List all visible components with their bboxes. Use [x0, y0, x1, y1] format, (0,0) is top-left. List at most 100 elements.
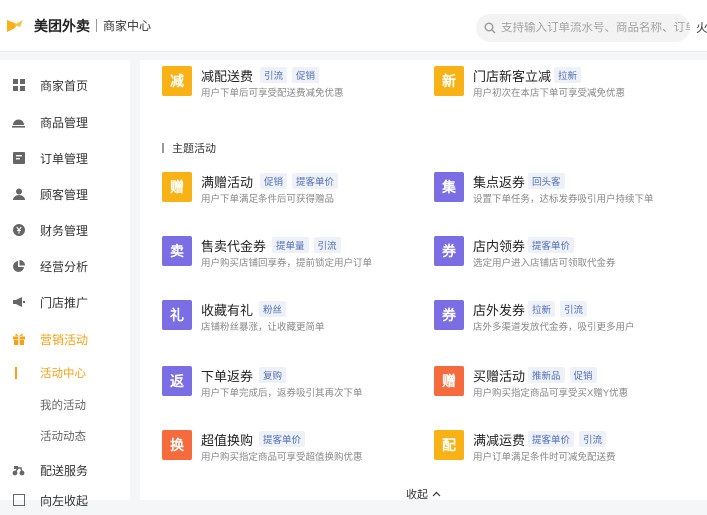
activity-desc: 用户购买指定商品可享受超值换购优惠	[201, 452, 363, 463]
search-icon	[484, 22, 496, 34]
activity-badge: 券	[434, 300, 464, 330]
activity-desc: 店外多渠道发放代金券，吸引更多用户	[473, 322, 635, 333]
activity-badge: 返	[162, 366, 192, 396]
activity-tag: 引流	[579, 431, 607, 447]
activity-title: 店内领券	[473, 239, 526, 254]
activity-tag: 回头客	[528, 173, 565, 189]
activity-tag: 提单量	[272, 237, 309, 253]
activity-title: 买赠活动	[473, 369, 526, 384]
activity-badge: 配	[434, 430, 464, 460]
sidebar-item-delivery[interactable]: 配送服务	[0, 455, 130, 485]
activity-tags: 提客单价	[259, 431, 306, 447]
meituan-logo-icon	[7, 19, 23, 32]
sidebar-subitem-label: 活动动态	[40, 431, 86, 443]
sidebar-item-orders[interactable]: 订单管理	[0, 143, 130, 173]
brand-subtitle: 商家中心	[103, 19, 152, 33]
search-box[interactable]	[476, 14, 690, 42]
activity-tag: 提客单价	[528, 431, 575, 447]
sidebar-subitem-activity-feed[interactable]: 活动动态	[0, 423, 130, 449]
brand-divider	[96, 19, 97, 32]
activity-tag: 引流	[260, 67, 288, 83]
activity-badge: 礼	[162, 300, 192, 330]
activity-desc: 用户下单满足条件后可获得赠品	[201, 194, 335, 205]
activity-card[interactable]: 新 门店新客立减 拉新 用户初次在本店下单可享受减免优惠	[434, 66, 704, 110]
activity-card[interactable]: 返 下单返券 复购 用户下单完成后，返券吸引其再次下单	[162, 366, 432, 410]
top-right-text[interactable]: 火	[696, 19, 707, 36]
activity-badge: 换	[162, 430, 192, 460]
activity-desc: 设置下单任务，达标发券吸引用户持续下单	[473, 194, 654, 205]
activity-card[interactable]: 赠 满赠活动 促销 提客单价 用户下单满足条件后可获得赠品	[162, 172, 432, 216]
section-title: 主题活动	[172, 143, 216, 155]
sidebar-item-label: 经营分析	[40, 259, 89, 274]
activity-badge: 新	[434, 66, 464, 96]
activity-tag: 拉新	[554, 67, 582, 83]
activity-badge: 卖	[162, 236, 192, 266]
sidebar-item-label: 配送服务	[40, 463, 89, 478]
activity-tags: 引流 促销	[260, 67, 320, 83]
sidebar-item-customers[interactable]: 顾客管理	[0, 179, 130, 209]
sidebar-item-label: 订单管理	[40, 151, 89, 166]
megaphone-icon	[12, 296, 25, 309]
sidebar-subitem-my-activities[interactable]: 我的活动	[0, 392, 130, 418]
sidebar-item-label: 商品管理	[40, 115, 89, 130]
activity-card[interactable]: 配 满减运费 提客单价 引流 用户订单满足条件时可减免配送费	[434, 430, 704, 474]
sidebar-item-products[interactable]: 商品管理	[0, 107, 130, 137]
pie-icon	[12, 260, 25, 273]
activity-tags: 推新品 促销	[528, 367, 597, 383]
search-input[interactable]	[501, 22, 690, 34]
activity-title: 下单返券	[201, 369, 254, 384]
activity-card[interactable]: 集 集点返券 回头客 设置下单任务，达标发券吸引用户持续下单	[434, 172, 704, 216]
activity-tags: 提客单价 引流	[528, 431, 607, 447]
activity-title: 收藏有礼	[201, 303, 254, 318]
activity-tags: 促销 提客单价	[260, 173, 339, 189]
activity-card[interactable]: 券 店内领券 提客单价 选定用户进入店铺店可领取代金券	[434, 236, 704, 280]
sidebar-item-finance[interactable]: 财务管理	[0, 215, 130, 245]
sidebar-item-label: 顾客管理	[40, 187, 89, 202]
sidebar-item-marketing[interactable]: 营销活动	[0, 324, 130, 354]
activity-tag: 促销	[292, 67, 320, 83]
activity-tag: 提客单价	[528, 237, 575, 253]
brand-name: 美团外卖	[34, 17, 90, 34]
activity-tag: 引流	[560, 301, 588, 317]
activity-tags: 回头客	[528, 173, 565, 189]
activity-tag: 拉新	[528, 301, 556, 317]
activity-tags: 提单量 引流	[272, 237, 341, 253]
activity-badge: 赠	[434, 366, 464, 396]
activity-card[interactable]: 减 减配送费 引流 促销 用户下单后可享受配送费减免优惠	[162, 66, 432, 110]
sidebar-item-collapse-left[interactable]: 向左收起	[0, 485, 130, 515]
activity-card[interactable]: 卖 售卖代金券 提单量 引流 用户购买店铺回享券，提前锁定用户订单	[162, 236, 432, 280]
grid-icon	[12, 79, 25, 92]
sidebar-item-label: 向左收起	[40, 493, 89, 508]
activity-tags: 拉新 引流	[528, 301, 588, 317]
activity-title: 门店新客立减	[473, 69, 552, 84]
section-header: 主题活动	[162, 140, 216, 156]
sidebar-item-promotion[interactable]: 门店推广	[0, 287, 130, 317]
activity-tag: 推新品	[528, 367, 565, 383]
activity-desc: 用户下单后可享受配送费减免优惠	[201, 88, 344, 99]
yuan-icon	[12, 224, 25, 237]
activity-card[interactable]: 礼 收藏有礼 粉丝 店铺粉丝暴涨，让收藏更简单	[162, 300, 432, 344]
sidebar: 商家首页 商品管理 订单管理 顾客管理 财务管理 经营分析 门店推广 营销活动 …	[0, 60, 130, 508]
activity-badge: 集	[434, 172, 464, 202]
section-marker	[162, 143, 164, 153]
sidebar-subitem-activity-center[interactable]: 活动中心	[0, 360, 130, 386]
activity-tag: 提客单价	[292, 173, 339, 189]
activity-title: 满减运费	[473, 433, 526, 448]
activity-tag: 粉丝	[259, 301, 287, 317]
activity-card[interactable]: 赠 买赠活动 推新品 促销 用户购买指定商品可享受买X赠Y优惠	[434, 366, 704, 410]
activity-desc: 用户订单满足条件时可减免配送费	[473, 452, 616, 463]
sidebar-item-label: 商家首页	[40, 78, 89, 93]
user-icon	[12, 188, 25, 201]
sidebar-item-home[interactable]: 商家首页	[0, 70, 130, 100]
activity-desc: 用户购买店铺回享券，提前锁定用户订单	[201, 258, 373, 269]
activity-title: 集点返券	[473, 175, 526, 190]
activity-card[interactable]: 券 店外发券 拉新 引流 店外多渠道发放代金券，吸引更多用户	[434, 300, 704, 344]
gift-icon	[12, 333, 25, 346]
activity-title: 店外发券	[473, 303, 526, 318]
sidebar-item-analytics[interactable]: 经营分析	[0, 251, 130, 281]
activity-tag: 复购	[259, 367, 287, 383]
activity-tags: 提客单价	[528, 237, 575, 253]
activity-card[interactable]: 换 超值换购 提客单价 用户购买指定商品可享受超值换购优惠	[162, 430, 432, 474]
activity-tag: 促销	[260, 173, 288, 189]
dish-icon	[12, 116, 25, 129]
